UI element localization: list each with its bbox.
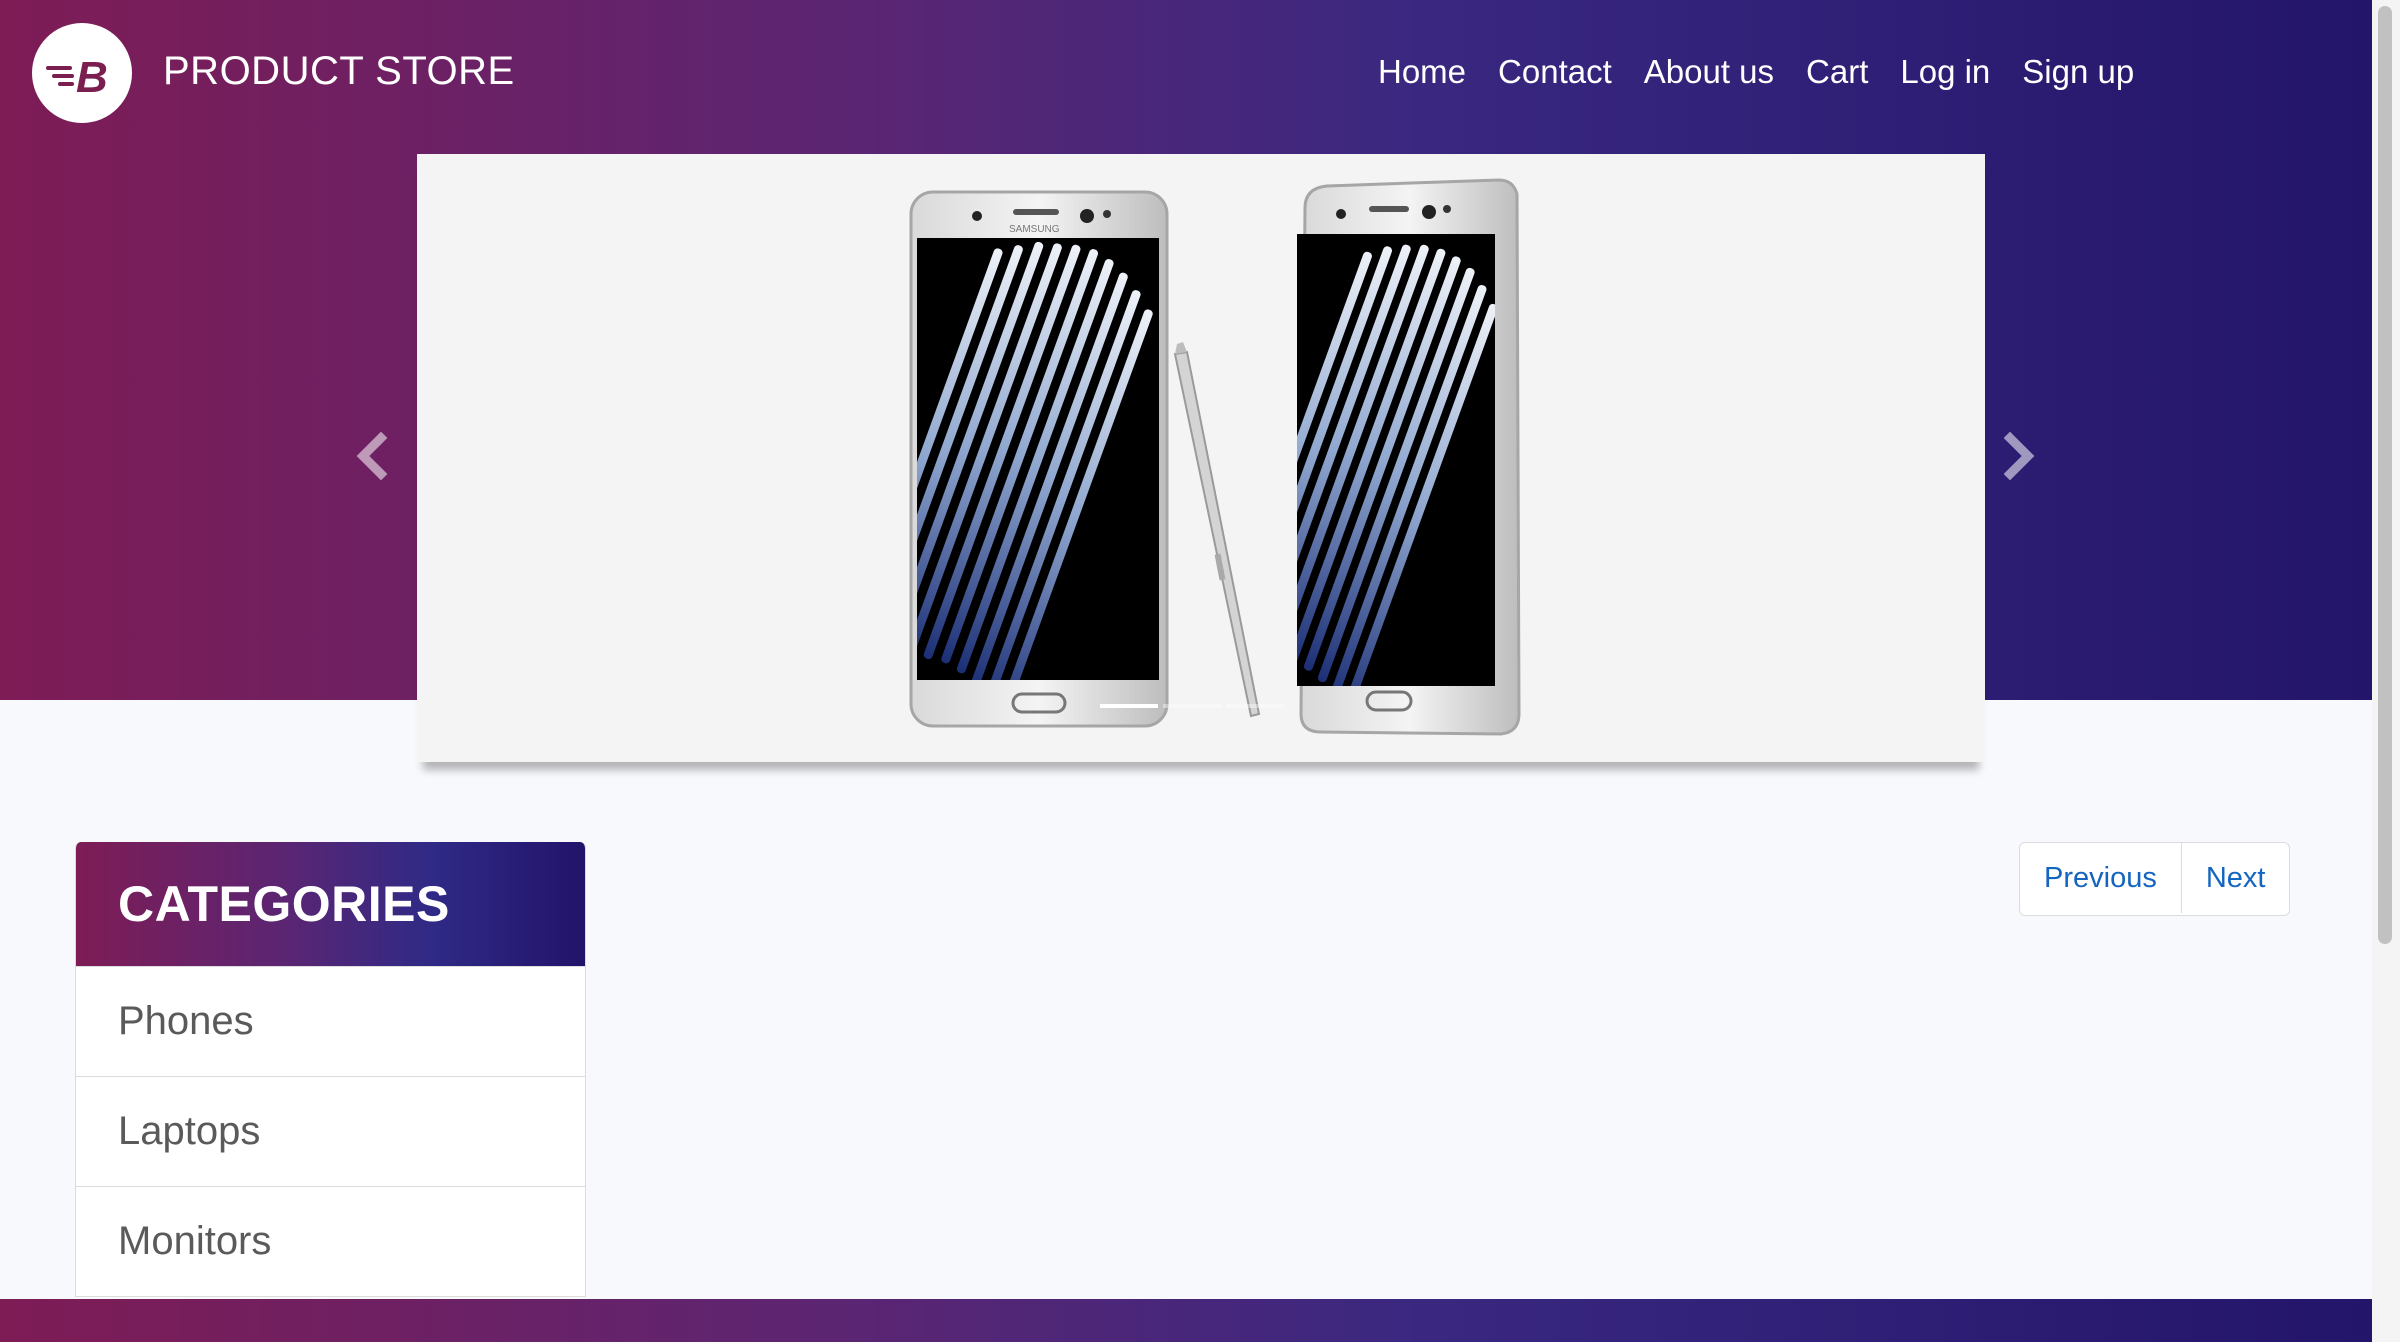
pagination: Previous Next xyxy=(2019,842,2291,916)
carousel-slide-image: SAMSUNG xyxy=(909,178,1521,736)
carousel-next-button[interactable] xyxy=(1998,431,2038,481)
scrollbar-thumb[interactable] xyxy=(2378,6,2392,944)
footer-bar xyxy=(0,1299,2372,1342)
categories-title[interactable]: CATEGORIES xyxy=(76,842,585,966)
nav-contact[interactable]: Contact xyxy=(1498,46,1612,98)
nav-sign-up[interactable]: Sign up xyxy=(2022,46,2134,98)
carousel-indicators[interactable] xyxy=(1100,704,1284,708)
logo-letter: B xyxy=(76,53,108,98)
category-phones[interactable]: Phones xyxy=(76,966,585,1076)
previous-page-button[interactable]: Previous xyxy=(2020,843,2181,913)
phone-angled-right xyxy=(1297,178,1521,736)
category-monitors[interactable]: Monitors xyxy=(76,1186,585,1296)
store-logo-icon: B xyxy=(32,23,132,123)
carousel-prev-button[interactable] xyxy=(353,431,393,481)
chevron-left-icon xyxy=(356,431,388,481)
next-page-button[interactable]: Next xyxy=(2182,843,2290,913)
product-carousel: SAMSUNG xyxy=(417,154,1985,762)
phone-front-left: SAMSUNG xyxy=(909,190,1169,728)
categories-panel: CATEGORIES Phones Laptops Monitors xyxy=(75,842,586,1297)
indicator-active xyxy=(1100,704,1158,708)
nav-about-us[interactable]: About us xyxy=(1644,46,1774,98)
brand[interactable]: B PRODUCT STORE xyxy=(32,23,515,123)
indicator-3 xyxy=(1226,704,1284,708)
indicator-2 xyxy=(1163,704,1221,708)
category-laptops[interactable]: Laptops xyxy=(76,1076,585,1186)
phone-brand-text: SAMSUNG xyxy=(1009,224,1060,235)
nav-home[interactable]: Home xyxy=(1378,46,1466,98)
main-nav: Home Contact About us Cart Log in Sign u… xyxy=(1378,46,2166,98)
stylus-pen xyxy=(1173,342,1261,718)
nav-cart[interactable]: Cart xyxy=(1806,46,1868,98)
chevron-right-icon xyxy=(2003,431,2035,481)
brand-name: PRODUCT STORE xyxy=(163,48,515,93)
nav-log-in[interactable]: Log in xyxy=(1900,46,1990,98)
